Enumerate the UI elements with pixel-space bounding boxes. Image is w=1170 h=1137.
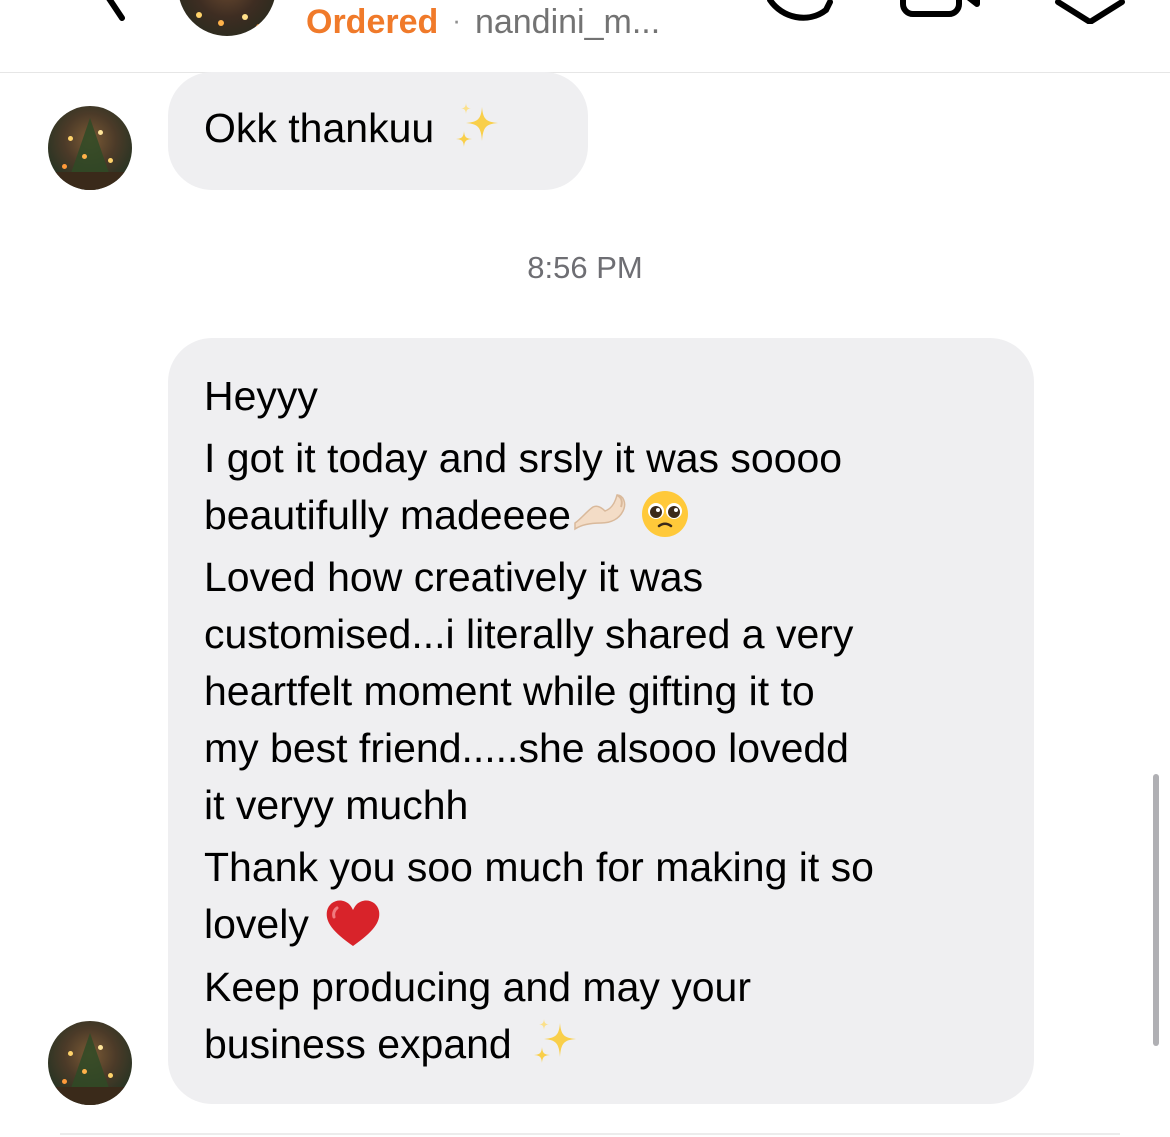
order-status-label: Ordered	[306, 3, 439, 41]
message-line: Thank you soo much for making it so	[204, 844, 874, 890]
message-text: Okk thankuu	[204, 105, 435, 151]
chat-header: Ordered · nandini_m...	[0, 0, 1170, 73]
message-line-text: business expand	[204, 1021, 512, 1068]
pleading-face-icon	[641, 491, 688, 538]
message-line: Loved how creatively it was	[204, 554, 704, 600]
divider	[60, 1133, 1120, 1135]
separator-dot: ·	[452, 5, 461, 35]
message-bubble[interactable]: Okk thankuu	[168, 72, 588, 190]
username: nandini_m...	[474, 3, 661, 41]
scrollbar[interactable]	[1153, 774, 1159, 1046]
message-line-text: beautifully madeeee	[204, 492, 571, 538]
message-bubble[interactable]: Heyyy I got it today and srsly it was so…	[168, 338, 1034, 1104]
video-call-icon[interactable]	[895, 0, 985, 24]
header-title[interactable]: Ordered · nandini_m...	[306, 2, 660, 44]
message-line: my best friend.....she alsooo lovedd	[204, 725, 849, 771]
message-line: heartfelt moment while gifting it to	[204, 668, 815, 714]
info-icon[interactable]	[1050, 0, 1130, 24]
sparkles-icon	[456, 103, 499, 148]
back-arrow-icon[interactable]	[60, 0, 130, 30]
message-line-with-emoji: business expand	[204, 1016, 998, 1073]
message-line: Keep producing and may your	[204, 964, 752, 1011]
sender-avatar[interactable]	[48, 1021, 132, 1105]
message-line-with-emoji: beautifully madeeee	[204, 487, 998, 544]
pinching-hand-icon	[574, 494, 626, 531]
sender-avatar[interactable]	[48, 106, 132, 190]
message-line: Heyyy	[204, 373, 318, 419]
phone-call-icon[interactable]	[760, 0, 840, 24]
red-heart-icon	[326, 900, 380, 947]
sparkles-icon	[533, 1019, 576, 1064]
message-line: customised...i literally shared a very	[204, 611, 854, 657]
message-line-with-emoji: lovely	[204, 896, 998, 954]
message-line-text: lovely	[204, 901, 309, 947]
header-avatar[interactable]	[178, 0, 276, 36]
message-timestamp: 8:56 PM	[527, 250, 643, 285]
message-line: it veryy muchh	[204, 782, 469, 828]
message-line: I got it today and srsly it was soooo	[204, 435, 843, 481]
